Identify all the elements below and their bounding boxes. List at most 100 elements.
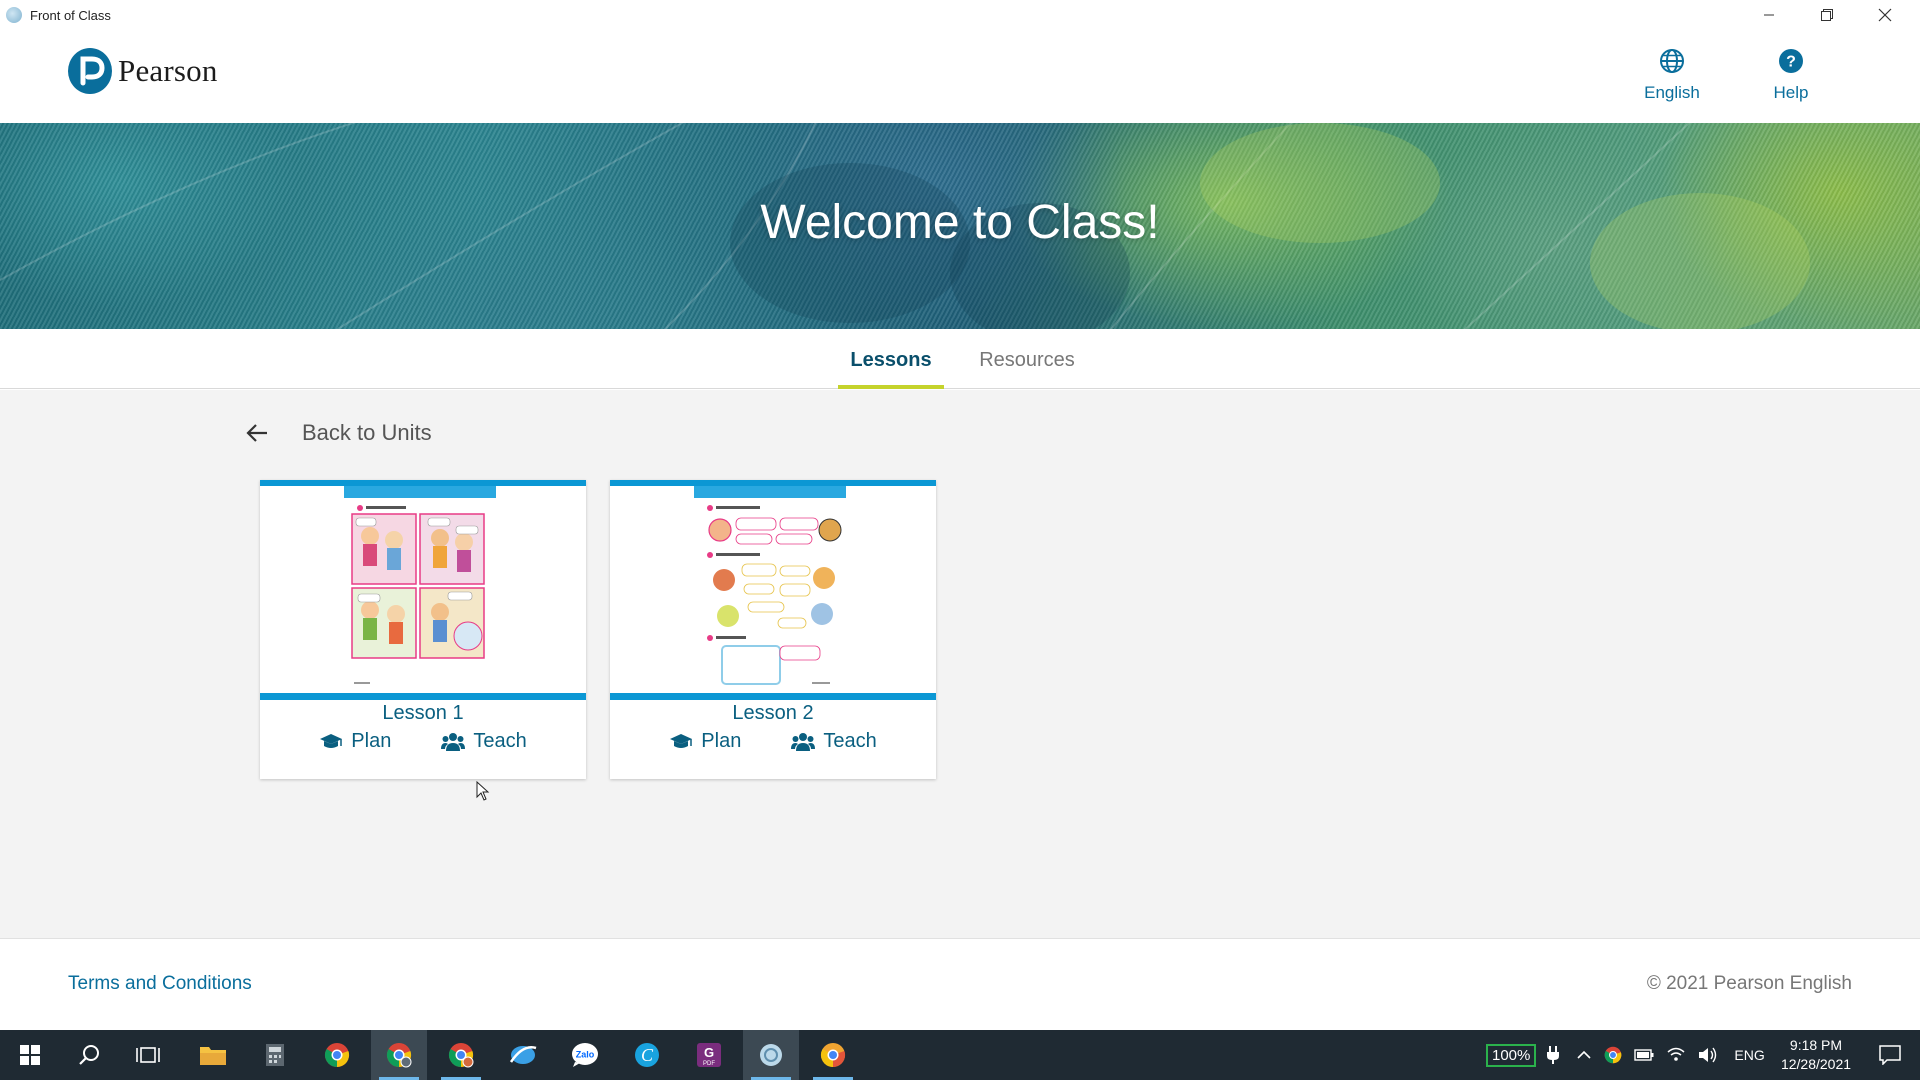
taskbar-chrome[interactable] <box>309 1030 365 1080</box>
chrome-icon <box>448 1043 474 1068</box>
hero-banner: Welcome to Class! <box>0 123 1920 329</box>
minimize-button[interactable] <box>1740 0 1798 30</box>
taskbar-file-explorer[interactable] <box>185 1030 241 1080</box>
graduation-cap-icon <box>320 733 343 748</box>
chrome-icon <box>324 1043 350 1068</box>
notification-icon <box>1879 1045 1901 1065</box>
teach-label: Teach <box>473 730 527 752</box>
graduation-cap-icon <box>670 733 693 748</box>
back-to-units-link[interactable]: Back to Units <box>244 420 432 446</box>
svg-text:Zalo: Zalo <box>576 1050 595 1060</box>
input-language[interactable]: ENG <box>1734 1047 1764 1063</box>
teach-label: Teach <box>823 730 877 752</box>
lesson-thumbnail[interactable] <box>260 480 586 700</box>
lesson-actions: Plan Teach <box>260 730 586 753</box>
chrome-icon <box>386 1043 412 1068</box>
help-icon: ? <box>1779 49 1803 73</box>
svg-text:C: C <box>641 1045 654 1065</box>
search-icon <box>79 1045 99 1065</box>
arrow-left-icon <box>246 424 267 442</box>
minimize-icon <box>1764 14 1774 16</box>
app-icon <box>509 1046 537 1064</box>
globe-icon <box>1660 49 1684 73</box>
battery-status[interactable]: 100% <box>1486 1043 1537 1067</box>
terms-link[interactable]: Terms and Conditions <box>68 973 252 995</box>
tab-lessons[interactable]: Lessons <box>838 349 944 389</box>
plan-label: Plan <box>701 730 742 752</box>
lesson-thumbnail[interactable] <box>610 480 936 700</box>
chevron-up-icon[interactable] <box>1576 1049 1592 1061</box>
app-icon <box>6 7 22 23</box>
plan-label: Plan <box>351 730 392 752</box>
search-button[interactable] <box>62 1030 118 1080</box>
system-tray: 100% ENG <box>1486 1030 1765 1080</box>
taskbar-zalo[interactable]: Zalo <box>557 1030 613 1080</box>
brand-name: Pearson <box>118 53 218 88</box>
svg-text:?: ? <box>1786 54 1796 71</box>
front-of-class-icon <box>760 1044 782 1066</box>
c-app-icon: C <box>635 1043 659 1067</box>
lessons-panel: Back to Units Lesson 1 Plan Teach Lesson… <box>0 390 1920 938</box>
calculator-icon <box>266 1044 284 1066</box>
battery-icon[interactable] <box>1634 1048 1654 1062</box>
clock-date: 12/28/2021 <box>1780 1056 1852 1072</box>
window-titlebar: Front of Class <box>0 0 1920 30</box>
pearson-logo-icon <box>68 48 112 94</box>
teach-button[interactable]: Teach <box>441 730 527 753</box>
copyright-text: © 2021 Pearson English <box>1646 973 1852 994</box>
plan-button[interactable]: Plan <box>669 730 741 753</box>
help-label: Help <box>1773 83 1809 102</box>
users-icon <box>441 732 466 751</box>
taskbar-app-browser[interactable] <box>495 1030 551 1080</box>
chrome-tray-icon[interactable] <box>1604 1046 1622 1064</box>
wifi-icon[interactable] <box>1666 1046 1686 1064</box>
teach-button[interactable]: Teach <box>791 730 877 753</box>
lesson-title: Lesson 1 <box>382 702 464 724</box>
taskbar-chrome-canary[interactable] <box>805 1030 861 1080</box>
plan-button[interactable]: Plan <box>319 730 391 753</box>
app-header: Pearson English ? Help <box>0 30 1920 123</box>
close-button[interactable] <box>1856 0 1914 30</box>
pearson-logo: Pearson <box>68 48 218 94</box>
taskbar-chrome-window[interactable] <box>433 1030 489 1080</box>
volume-icon[interactable] <box>1698 1046 1718 1064</box>
window-title: Front of Class <box>30 7 111 23</box>
start-button[interactable] <box>2 1030 58 1080</box>
welcome-title: Welcome to Class! <box>760 196 1160 249</box>
taskbar-app-calculator[interactable] <box>247 1030 303 1080</box>
notifications-button[interactable] <box>1862 1030 1918 1080</box>
windows-logo-icon <box>20 1045 40 1065</box>
lesson-card[interactable]: Lesson 2 Plan Teach <box>610 480 936 779</box>
back-to-units-label: Back to Units <box>302 420 432 445</box>
lesson-card[interactable]: Lesson 1 Plan Teach <box>260 480 586 779</box>
restore-button[interactable] <box>1798 0 1856 30</box>
content-tabs: Lessons Resources <box>0 329 1920 389</box>
restore-icon <box>1821 9 1833 21</box>
lesson-title: Lesson 2 <box>732 702 814 724</box>
page-footer: Terms and Conditions © 2021 Pearson Engl… <box>0 938 1920 1030</box>
system-clock[interactable]: 9:18 PM 12/28/2021 <box>1766 1036 1866 1074</box>
zalo-icon: Zalo <box>572 1043 598 1067</box>
close-icon <box>1878 8 1892 22</box>
pdf-icon: G PDF <box>697 1043 721 1067</box>
taskbar-pdf-app[interactable]: G PDF <box>681 1030 737 1080</box>
help-button[interactable]: ? Help <box>1746 48 1836 103</box>
taskbar-app-c[interactable]: C <box>619 1030 675 1080</box>
users-icon <box>791 732 816 751</box>
task-view-button[interactable] <box>120 1030 176 1080</box>
clock-time: 9:18 PM <box>1789 1037 1843 1053</box>
mouse-cursor-icon <box>476 781 490 801</box>
windows-taskbar: Zalo C G PDF 100% ENG 9:18 PM 12/28/2021 <box>0 1030 1920 1080</box>
power-plug-icon[interactable] <box>1546 1045 1560 1065</box>
language-button[interactable]: English <box>1627 48 1717 103</box>
svg-text:G: G <box>704 1045 714 1060</box>
taskbar-front-of-class[interactable] <box>743 1030 799 1080</box>
tab-resources[interactable]: Resources <box>968 349 1086 389</box>
task-view-icon <box>136 1047 160 1063</box>
chrome-icon <box>820 1043 846 1068</box>
taskbar-chrome-profile[interactable] <box>371 1030 427 1080</box>
lesson-actions: Plan Teach <box>610 730 936 753</box>
svg-text:PDF: PDF <box>703 1061 715 1067</box>
language-label: English <box>1644 83 1700 102</box>
folder-icon <box>200 1047 226 1065</box>
